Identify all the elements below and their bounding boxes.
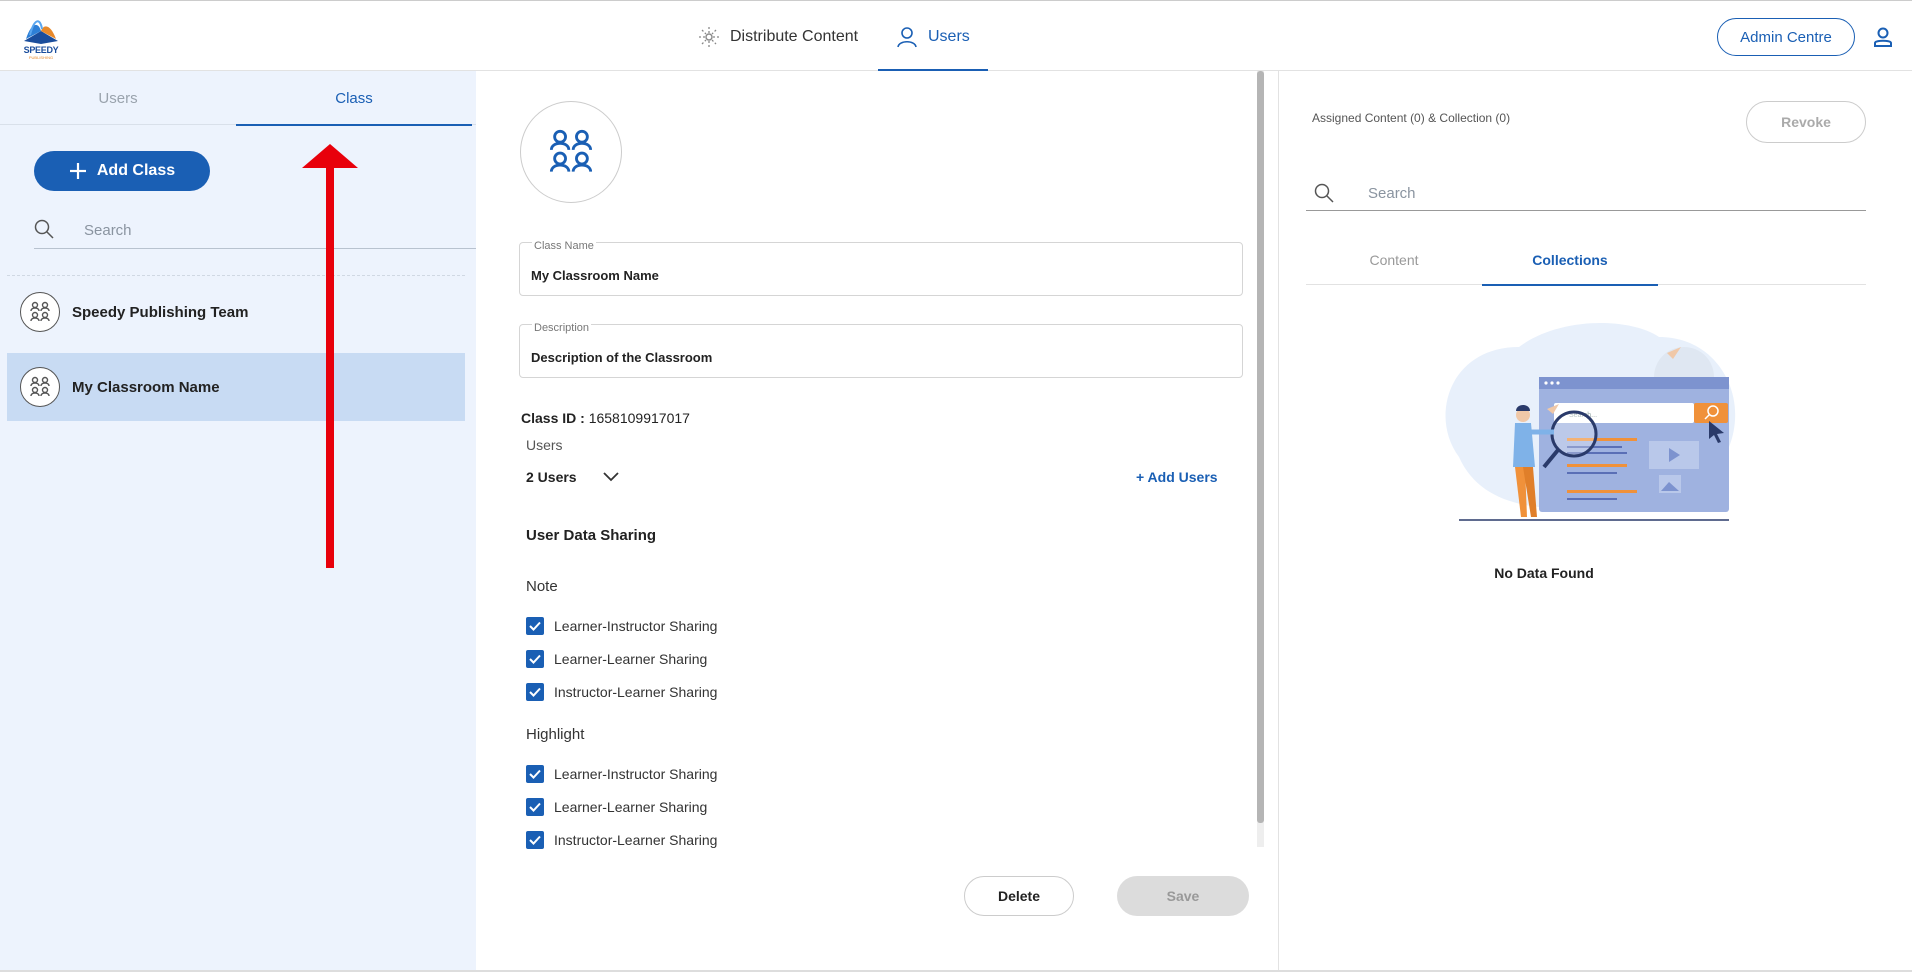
note-learner-instructor-checkbox[interactable]: Learner-Instructor Sharing	[526, 616, 717, 636]
class-avatar-large	[520, 101, 622, 203]
checkbox-label: Learner-Instructor Sharing	[554, 618, 718, 634]
plus-icon	[69, 163, 86, 179]
distribute-icon	[699, 26, 719, 47]
nav-tab-label: Users	[928, 27, 970, 45]
class-name-input[interactable]	[531, 265, 1221, 285]
class-name: My Classroom Name	[72, 378, 220, 396]
add-users-link[interactable]: + Add Users	[1136, 469, 1218, 485]
class-id: Class ID : 1658109917017	[521, 410, 690, 426]
speedy-publishing-logo[interactable]: SPEEDY PUBLISHING	[16, 13, 66, 63]
checkbox-checked-icon	[526, 650, 544, 668]
note-learner-learner-checkbox[interactable]: Learner-Learner Sharing	[526, 649, 707, 669]
book-logo-icon	[24, 20, 58, 44]
checkbox-checked-icon	[526, 683, 544, 701]
checkbox-checked-icon	[526, 765, 544, 783]
highlight-learner-instructor-checkbox[interactable]: Learner-Instructor Sharing	[526, 764, 717, 784]
save-button[interactable]: Save	[1117, 876, 1249, 916]
users-count: 2 Users	[526, 469, 577, 485]
checkbox-checked-icon	[526, 617, 544, 635]
top-header: SPEEDY PUBLISHING Distribute Content Use…	[0, 0, 1912, 72]
class-name-field: Class Name	[519, 240, 1243, 296]
tab-collections[interactable]: Collections	[1482, 235, 1658, 286]
profile-icon[interactable]	[1872, 26, 1894, 48]
assigned-search-input[interactable]	[1368, 181, 1848, 205]
chevron-down-icon	[602, 472, 619, 482]
nav-tab-label: Distribute Content	[730, 27, 859, 45]
checkbox-label: Learner-Learner Sharing	[554, 799, 708, 815]
logo-subtext: PUBLISHING	[28, 55, 54, 60]
highlight-learner-learner-checkbox[interactable]: Learner-Learner Sharing	[526, 797, 707, 817]
class-list-item-selected[interactable]: My Classroom Name	[7, 353, 465, 421]
class-avatar	[20, 292, 60, 332]
note-instructor-learner-checkbox[interactable]: Instructor-Learner Sharing	[526, 682, 717, 702]
note-group-title: Note	[526, 578, 558, 595]
sidebar-search-input[interactable]	[84, 217, 464, 243]
class-id-label: Class ID :	[521, 410, 585, 426]
nav-tab-distribute-content[interactable]: Distribute Content	[698, 1, 858, 72]
tab-users[interactable]: Users	[0, 71, 236, 125]
description-field: Description	[519, 322, 1243, 378]
user-icon	[897, 26, 917, 47]
checkbox-label: Learner-Learner Sharing	[554, 651, 708, 667]
checkbox-checked-icon	[526, 798, 544, 816]
class-name: Speedy Publishing Team	[72, 303, 249, 321]
sidebar: Users Class Add Class Search Speedy Publ…	[0, 71, 476, 972]
admin-centre-button[interactable]: Admin Centre	[1717, 18, 1855, 56]
logo-text: SPEEDY	[23, 45, 59, 55]
checkbox-checked-icon	[526, 831, 544, 849]
checkbox-label: Learner-Instructor Sharing	[554, 766, 718, 782]
description-input[interactable]	[531, 347, 1221, 367]
add-class-button[interactable]: Add Class	[34, 151, 210, 191]
class-id-value: 1658109917017	[588, 410, 690, 426]
highlight-group-title: Highlight	[526, 726, 585, 743]
description-label: Description	[532, 322, 592, 334]
checkbox-label: Instructor-Learner Sharing	[554, 684, 718, 700]
assigned-content-panel: Assigned Content (0) & Collection (0) Re…	[1278, 71, 1912, 972]
assigned-content-title: Assigned Content (0) & Collection (0)	[1312, 111, 1511, 125]
class-detail-panel: Class Name Description Class ID : 165810…	[476, 71, 1264, 972]
no-data-illustration: Search...	[1445, 323, 1736, 521]
class-name-label: Class Name	[532, 240, 596, 252]
users-dropdown[interactable]: 2 Users	[526, 469, 619, 485]
nav-tab-users[interactable]: Users	[878, 1, 988, 72]
delete-button[interactable]: Delete	[964, 876, 1074, 916]
assigned-search	[1306, 175, 1866, 211]
search-icon	[1314, 183, 1334, 203]
group-icon	[549, 129, 593, 172]
revoke-button[interactable]: Revoke	[1746, 101, 1866, 143]
add-class-label: Add Class	[96, 162, 176, 179]
scrollbar[interactable]	[1257, 71, 1264, 847]
scrollbar-thumb[interactable]	[1257, 71, 1264, 823]
tab-content[interactable]: Content	[1306, 235, 1482, 285]
no-data-text: No Data Found	[1494, 565, 1594, 581]
app-window: SPEEDY PUBLISHING Distribute Content Use…	[0, 0, 1912, 972]
assigned-tabs: Content Collections	[1306, 235, 1866, 286]
red-arrow-annotation	[302, 144, 358, 568]
group-icon	[30, 301, 50, 322]
class-avatar	[20, 367, 60, 407]
user-data-sharing-title: User Data Sharing	[526, 527, 657, 544]
sidebar-search	[34, 211, 476, 249]
search-icon	[34, 219, 54, 239]
tab-class[interactable]: Class	[236, 71, 472, 126]
group-icon	[30, 376, 50, 397]
highlight-instructor-learner-checkbox[interactable]: Instructor-Learner Sharing	[526, 830, 717, 850]
list-divider	[7, 275, 465, 276]
class-list-item[interactable]: Speedy Publishing Team	[7, 278, 465, 346]
users-label: Users	[526, 437, 563, 453]
sidebar-tabs: Users Class	[0, 71, 476, 126]
checkbox-label: Instructor-Learner Sharing	[554, 832, 718, 848]
